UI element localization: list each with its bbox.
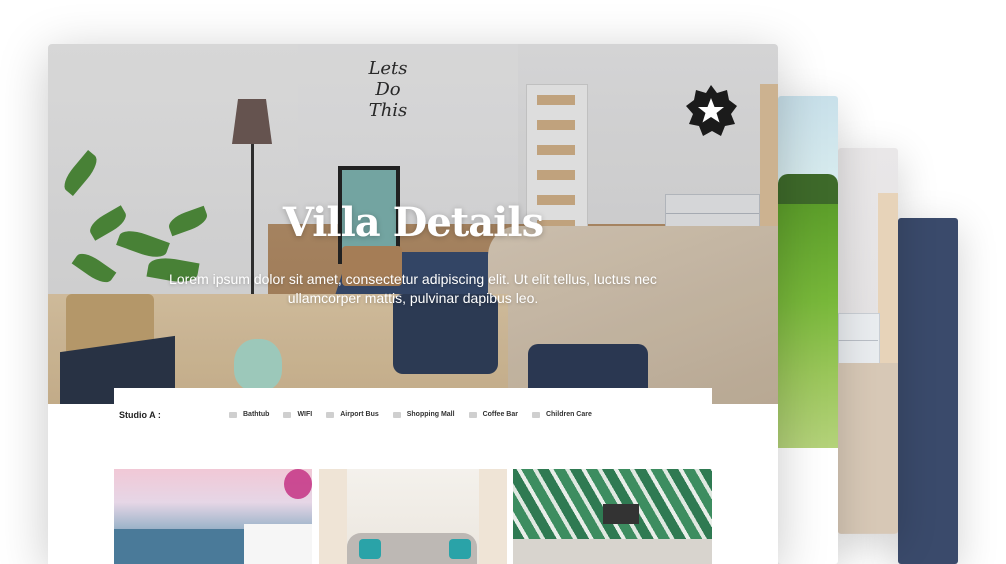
- tropical-room-photo[interactable]: [513, 469, 712, 564]
- star-badge-icon[interactable]: [684, 84, 738, 138]
- hero-image: Lets Do This Villa Details Lorem ipsum d…: [48, 44, 778, 404]
- background-card-navy: [898, 218, 958, 564]
- photo-gallery: [114, 469, 712, 564]
- child-icon: [531, 411, 540, 418]
- bus-icon: [326, 411, 335, 418]
- field-photo: [778, 204, 838, 448]
- seaside-photo[interactable]: [114, 469, 312, 564]
- room-photo: [838, 148, 898, 534]
- coffee-icon: [468, 411, 477, 418]
- background-card-room: [838, 148, 898, 534]
- amenity-wifi: WIFI: [283, 411, 312, 418]
- hero-description: Lorem ipsum dolor sit amet, consectetur …: [169, 271, 657, 306]
- living-room-photo[interactable]: [319, 469, 507, 564]
- amenity-shopping-mall: Shopping Mall: [392, 411, 455, 418]
- amenity-children-care: Children Care: [531, 411, 592, 418]
- studio-label: Studio A :: [119, 410, 161, 420]
- page-title: Villa Details: [282, 199, 544, 246]
- amenity-coffee-bar: Coffee Bar: [468, 411, 518, 418]
- amenity-bathtub: Bathtub: [229, 411, 269, 418]
- bathtub-icon: [229, 411, 237, 418]
- villa-details-card: Lets Do This Villa Details Lorem ipsum d…: [48, 44, 778, 564]
- background-card-field: [778, 96, 838, 564]
- amenity-bar: Studio A : Bathtub WIFI Airport Bus Shop…: [114, 388, 712, 443]
- amenity-airport-bus: Airport Bus: [326, 411, 379, 418]
- amenity-list: Bathtub WIFI Airport Bus Shopping Mall C…: [229, 411, 606, 418]
- shopping-icon: [392, 411, 401, 418]
- wifi-icon: [283, 411, 292, 418]
